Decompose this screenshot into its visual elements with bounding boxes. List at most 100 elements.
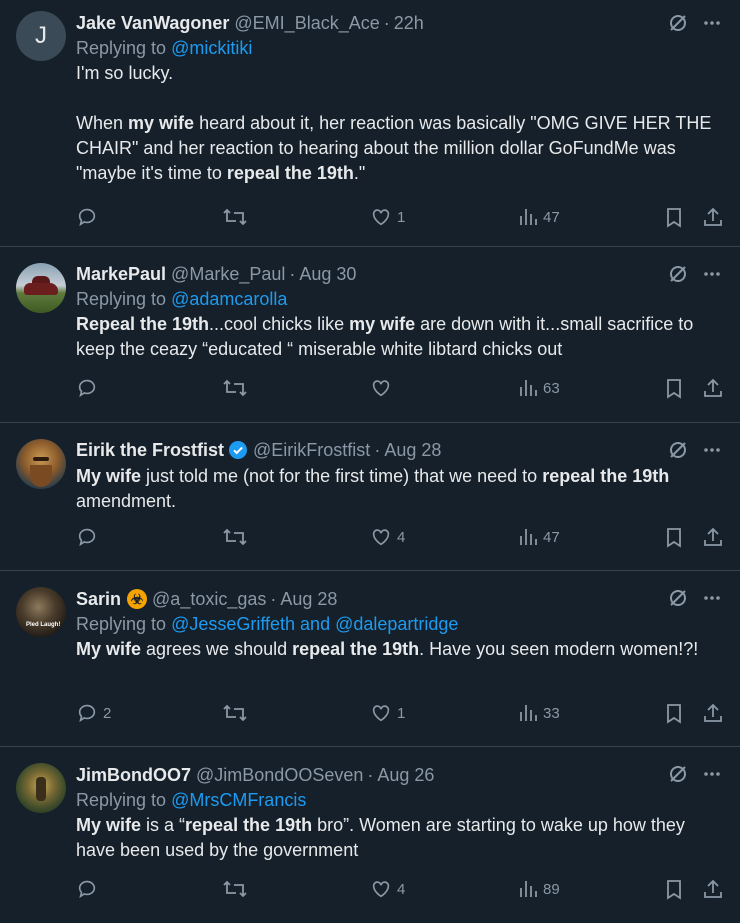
tweet-actions: 1 47: [76, 206, 724, 230]
replying-mention[interactable]: @adamcarolla: [171, 289, 287, 309]
like-button[interactable]: 4: [370, 878, 405, 900]
timestamp[interactable]: Aug 26: [377, 764, 434, 786]
avatar[interactable]: [16, 263, 66, 313]
reply-icon: [78, 379, 96, 398]
retweet-icon: [223, 379, 247, 397]
views-button[interactable]: 89: [518, 878, 560, 900]
tweet[interactable]: J Jake VanWagoner @EMI_Black_Ace · 22h R…: [0, 0, 740, 247]
like-button[interactable]: [370, 377, 397, 399]
timestamp[interactable]: Aug 28: [280, 588, 337, 610]
bookmark-button[interactable]: [664, 878, 684, 900]
tweet-text-line: When my wife heard about it, her reactio…: [76, 113, 712, 183]
bookmark-button[interactable]: [664, 702, 684, 724]
replying-prefix: Replying to: [76, 38, 172, 58]
retweet-button[interactable]: [222, 878, 253, 900]
tweet-body: Jake VanWagoner @EMI_Black_Ace · 22h Rep…: [76, 12, 724, 186]
timestamp[interactable]: Aug 30: [299, 263, 356, 285]
share-button[interactable]: [702, 526, 724, 548]
reply-button[interactable]: [76, 377, 103, 399]
views-count: 47: [543, 528, 560, 546]
retweet-icon: [223, 208, 247, 226]
verified-badge-icon[interactable]: [228, 440, 248, 460]
like-count: 1: [397, 208, 406, 226]
share-button[interactable]: [702, 377, 724, 399]
author-name[interactable]: Sarin: [76, 588, 121, 610]
views-icon: [520, 380, 537, 396]
replying-mention[interactable]: @MrsCMFrancis: [171, 790, 306, 810]
timestamp[interactable]: 22h: [394, 12, 424, 34]
tweet[interactable]: Eirik the Frostfist @EirikFrostfist · Au…: [0, 423, 740, 571]
separator: ·: [374, 440, 381, 460]
avatar[interactable]: [16, 763, 66, 813]
views-button[interactable]: 63: [518, 377, 560, 399]
retweet-button[interactable]: [222, 206, 253, 228]
views-button[interactable]: 47: [518, 206, 560, 228]
tweet-text: Repeal the 19th...cool chicks like my wi…: [76, 314, 694, 359]
views-button[interactable]: 47: [518, 526, 560, 548]
tweet-header: MarkePaul @Marke_Paul · Aug 30: [76, 263, 724, 285]
like-count: 1: [397, 704, 406, 722]
retweet-icon: [223, 704, 247, 722]
retweet-button[interactable]: [222, 377, 253, 399]
timestamp[interactable]: Aug 28: [384, 439, 441, 461]
author-name[interactable]: MarkePaul: [76, 263, 166, 285]
tweet-actions: 4 47: [76, 526, 724, 550]
avatar[interactable]: J: [16, 11, 66, 61]
share-icon: [704, 527, 722, 546]
author-handle[interactable]: @EMI_Black_Ace: [234, 12, 379, 34]
author-handle[interactable]: @Marke_Paul: [171, 263, 285, 285]
avatar[interactable]: Pled Laugh!: [16, 587, 66, 637]
views-button[interactable]: 33: [518, 702, 560, 724]
views-icon: [520, 209, 537, 225]
author-handle[interactable]: @JimBondOOSeven: [196, 764, 363, 786]
tweet[interactable]: MarkePaul @Marke_Paul · Aug 30 Replying …: [0, 247, 740, 423]
share-icon: [704, 703, 722, 722]
tweet-actions: 4 89: [76, 878, 724, 902]
replying-mention[interactable]: @mickitiki: [171, 38, 252, 58]
author-name[interactable]: JimBondOO7: [76, 764, 191, 786]
bookmark-button[interactable]: [664, 206, 684, 228]
like-button[interactable]: 1: [370, 702, 405, 724]
reply-button[interactable]: 2: [76, 702, 111, 724]
replying-to: Replying to @JesseGriffeth and @dalepart…: [76, 612, 724, 636]
tweet-body: MarkePaul @Marke_Paul · Aug 30 Replying …: [76, 263, 724, 362]
retweet-icon: [223, 880, 247, 898]
share-button[interactable]: [702, 206, 724, 228]
replying-mention[interactable]: @JesseGriffeth and @dalepartridge: [171, 614, 458, 634]
tweet[interactable]: Pled Laugh! Sarin ☣ @a_toxic_gas · Aug 2…: [0, 571, 740, 747]
share-button[interactable]: [702, 702, 724, 724]
reply-button[interactable]: [76, 526, 103, 548]
share-button[interactable]: [702, 878, 724, 900]
author-handle[interactable]: @a_toxic_gas: [152, 588, 266, 610]
reply-icon: [78, 528, 96, 547]
retweet-icon: [223, 528, 247, 546]
tweet-actions: 63: [76, 377, 724, 401]
like-button[interactable]: 1: [370, 206, 405, 228]
retweet-button[interactable]: [222, 526, 253, 548]
reply-button[interactable]: [76, 206, 103, 228]
replying-prefix: Replying to: [76, 289, 172, 309]
bookmark-icon: [667, 379, 681, 399]
separator: ·: [383, 13, 390, 33]
reply-button[interactable]: [76, 878, 103, 900]
like-button[interactable]: 4: [370, 526, 405, 548]
reply-icon: [78, 704, 96, 723]
tweet-text: My wife agrees we should repeal the 19th…: [76, 639, 699, 659]
author-handle[interactable]: @EirikFrostfist: [253, 439, 370, 461]
tweet-header: Jake VanWagoner @EMI_Black_Ace · 22h: [76, 12, 724, 34]
author-name[interactable]: Eirik the Frostfist: [76, 439, 224, 461]
avatar[interactable]: [16, 439, 66, 489]
tweet-header: JimBondOO7 @JimBondOOSeven · Aug 26: [76, 764, 724, 786]
biohazard-icon: ☣: [127, 589, 148, 609]
like-icon: [372, 705, 390, 722]
bookmark-button[interactable]: [664, 377, 684, 399]
retweet-button[interactable]: [222, 702, 253, 724]
bookmark-button[interactable]: [664, 526, 684, 548]
tweet[interactable]: JimBondOO7 @JimBondOOSeven · Aug 26 Repl…: [0, 747, 740, 923]
like-icon: [372, 881, 390, 898]
avatar-letter: J: [35, 22, 47, 49]
bookmark-icon: [667, 528, 681, 548]
author-name[interactable]: Jake VanWagoner: [76, 12, 229, 34]
reply-icon: [78, 880, 96, 899]
tweet-text-line: I'm so lucky.: [76, 63, 174, 83]
